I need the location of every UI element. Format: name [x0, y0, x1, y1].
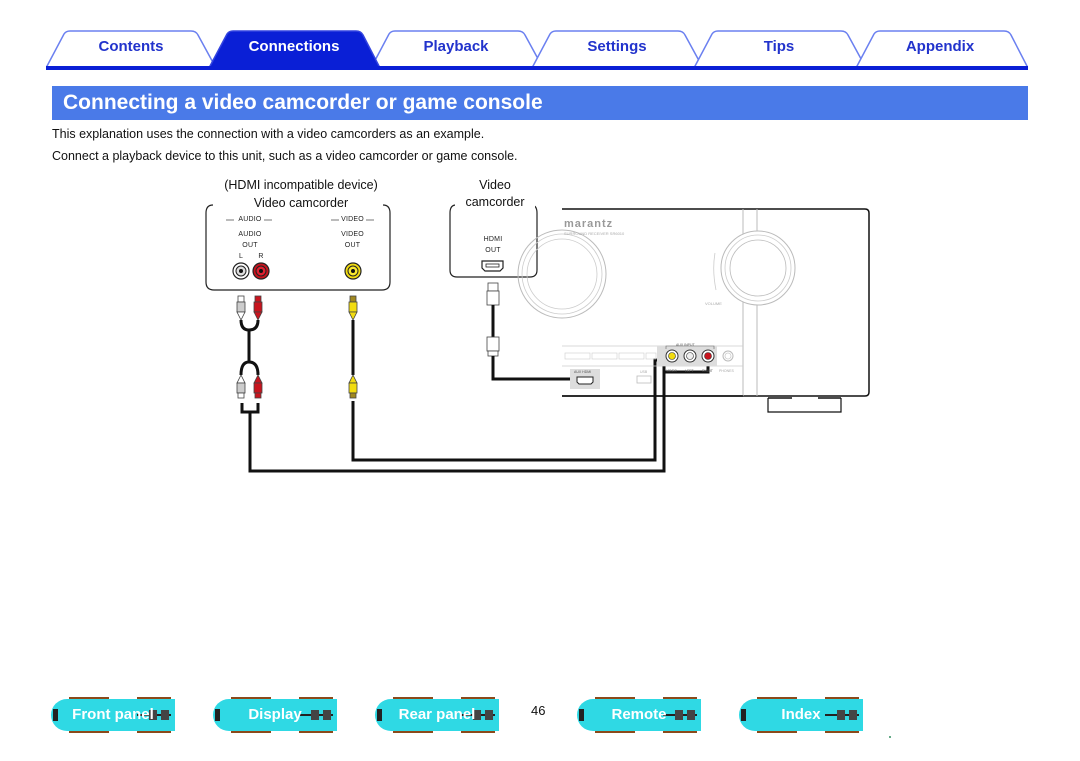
- stripe: [393, 697, 433, 699]
- stripe: [461, 731, 495, 733]
- stripe: [69, 697, 109, 699]
- nav-rear-panel-button[interactable]: Rear panel: [375, 697, 499, 733]
- stripe: [137, 731, 171, 733]
- tab-appendix[interactable]: Appendix: [880, 38, 1000, 55]
- stripe: [69, 731, 109, 733]
- analog-device-caption-1: (HDMI incompatible device): [224, 178, 378, 192]
- nav-label: Display: [248, 706, 302, 723]
- audio-left-jack-icon: [232, 262, 250, 280]
- receiver-video-jack-label: VIDEO: [666, 369, 677, 373]
- video-group-label: VIDEO: [341, 216, 364, 223]
- tab-settings[interactable]: Settings: [557, 38, 677, 55]
- stripe: [825, 697, 859, 699]
- page-number: 46: [531, 703, 546, 718]
- nav-label: Index: [781, 706, 821, 723]
- receiver-aux-input-label: AUX INPUT: [676, 343, 695, 347]
- stripe: [231, 697, 271, 699]
- tab-connections[interactable]: Connections: [234, 38, 354, 55]
- tab-contents[interactable]: Contents: [71, 38, 191, 55]
- hdmi-out-label-2: OUT: [485, 247, 501, 254]
- stripe: [393, 731, 433, 733]
- receiver-usb-label: USB: [640, 370, 648, 374]
- nav-label: Rear panel: [398, 706, 476, 723]
- audio-right-jack-icon: [252, 262, 270, 280]
- stripe: [757, 697, 797, 699]
- audio-rca-cable: [236, 295, 710, 473]
- hdmi-out-port-icon: [481, 260, 504, 272]
- right-channel-label: R: [258, 253, 264, 260]
- intro-paragraph-1: This explanation uses the connection wit…: [52, 127, 485, 141]
- page-title: Connecting a video camcorder or game con…: [63, 91, 543, 114]
- hdmi-cable: [486, 282, 585, 381]
- hdmi-device-outline: [449, 204, 538, 278]
- video-out-label-1: VIDEO: [341, 231, 364, 238]
- chapter-tabs: Contents Connections Playback Settings T…: [46, 30, 1028, 70]
- stripe: [595, 731, 635, 733]
- receiver-left-jack-label: LEFT: [685, 369, 694, 373]
- nav-index-button[interactable]: Index: [739, 697, 863, 733]
- stripe: [299, 697, 333, 699]
- tab-playback[interactable]: Playback: [396, 38, 516, 55]
- video-out-jack-icon: [344, 262, 362, 280]
- stripe: [595, 697, 635, 699]
- video-rca-cable: [348, 295, 672, 462]
- receiver-right-jack-label: RIGHT: [702, 369, 713, 373]
- nav-remote-button[interactable]: Remote: [577, 697, 701, 733]
- hdmi-device-caption-2: camcorder: [455, 195, 535, 209]
- decorative-dot: [889, 736, 891, 738]
- analog-device-outline: [205, 204, 391, 291]
- hdmi-device-caption-1: Video: [479, 178, 511, 192]
- nav-label: Front panel: [72, 706, 154, 723]
- stripe: [825, 731, 859, 733]
- stripe: [757, 731, 797, 733]
- tab-tips[interactable]: Tips: [719, 38, 839, 55]
- nav-display-button[interactable]: Display: [213, 697, 337, 733]
- audio-group-label: AUDIO: [238, 216, 262, 223]
- receiver-aux-hdmi-label: AUX HDMI: [574, 370, 592, 374]
- receiver-phones-label: PHONES: [719, 369, 734, 373]
- receiver-model-text: SURROUND RECEIVER SR6010: [564, 231, 625, 236]
- stripe: [663, 697, 697, 699]
- video-out-label-2: OUT: [344, 242, 361, 249]
- stripe: [299, 731, 333, 733]
- receiver-brand-logo: marantz: [564, 218, 614, 230]
- hdmi-out-label-1: HDMI: [483, 236, 503, 243]
- audio-out-label-2: OUT: [242, 242, 258, 249]
- nav-front-panel-button[interactable]: Front panel: [51, 697, 175, 733]
- analog-device-caption-2: Video camcorder: [253, 196, 349, 210]
- stripe: [461, 697, 495, 699]
- intro-paragraph-2: Connect a playback device to this unit, …: [52, 149, 518, 163]
- nav-label: Remote: [611, 706, 667, 723]
- receiver-volume-label: VOLUME: [705, 301, 722, 306]
- stripe: [231, 731, 271, 733]
- tab-baseline: [46, 66, 1028, 70]
- section-title-bar: Connecting a video camcorder or game con…: [52, 86, 1028, 120]
- stripe: [663, 731, 697, 733]
- left-channel-label: L: [238, 253, 244, 260]
- audio-out-label-1: AUDIO: [238, 231, 262, 238]
- av-receiver: [517, 208, 870, 413]
- stripe: [137, 697, 171, 699]
